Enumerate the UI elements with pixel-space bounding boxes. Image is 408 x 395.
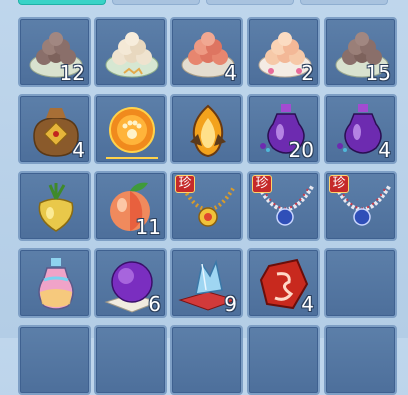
rarity-badge: 珍	[252, 175, 272, 193]
item-count: 6	[148, 292, 161, 316]
inventory-slot[interactable]	[170, 325, 243, 395]
item-count: 4	[72, 138, 85, 162]
pale-rice-balls-plate-icon	[105, 32, 159, 78]
inventory-slot[interactable]: 6	[94, 248, 167, 318]
item-count: 11	[135, 215, 161, 239]
rarity-badge: 珍	[329, 175, 349, 193]
inventory-slot[interactable]: 15	[324, 17, 397, 87]
item-count: 4	[224, 61, 237, 85]
inventory-slot[interactable]	[94, 17, 167, 87]
inventory-slot[interactable]	[170, 94, 243, 164]
inventory-slot[interactable]: 2	[247, 17, 320, 87]
paw-print-orb-icon	[106, 107, 158, 159]
inventory-slot[interactable]: 珍	[170, 171, 243, 241]
item-count: 20	[288, 138, 314, 162]
inventory-slot[interactable]	[18, 248, 91, 318]
item-count: 4	[301, 292, 314, 316]
inventory-slot[interactable]	[94, 325, 167, 395]
inventory-grid: 12 4 2 15 4 20 4 11 珍 珍 珍 6 9 4	[0, 0, 408, 395]
inventory-slot[interactable]: 4	[170, 17, 243, 87]
inventory-slot[interactable]	[247, 325, 320, 395]
inventory-slot[interactable]: 4	[247, 248, 320, 318]
inventory-slot[interactable]	[94, 94, 167, 164]
inventory-slot[interactable]: 4	[324, 94, 397, 164]
inventory-slot[interactable]: 珍	[324, 171, 397, 241]
empty-inventory-slot[interactable]	[324, 248, 397, 318]
golden-radish-icon	[38, 183, 74, 232]
inventory-slot[interactable]: 9	[170, 248, 243, 318]
inventory-slot[interactable]	[324, 325, 397, 395]
inventory-slot[interactable]: 珍	[247, 171, 320, 241]
item-count: 9	[224, 292, 237, 316]
inventory-slot[interactable]: 4	[18, 94, 91, 164]
inventory-slot[interactable]: 12	[18, 17, 91, 87]
flame-crystal-icon	[190, 104, 226, 158]
item-count: 4	[378, 138, 391, 162]
inventory-slot[interactable]	[18, 171, 91, 241]
item-count: 12	[59, 61, 85, 85]
rarity-badge: 珍	[175, 175, 195, 193]
item-count: 15	[365, 61, 391, 85]
rainbow-potion-bottle-icon	[38, 258, 74, 310]
inventory-slot[interactable]	[18, 325, 91, 395]
item-count: 2	[301, 61, 314, 85]
inventory-slot[interactable]: 20	[247, 94, 320, 164]
inventory-slot[interactable]: 11	[94, 171, 167, 241]
